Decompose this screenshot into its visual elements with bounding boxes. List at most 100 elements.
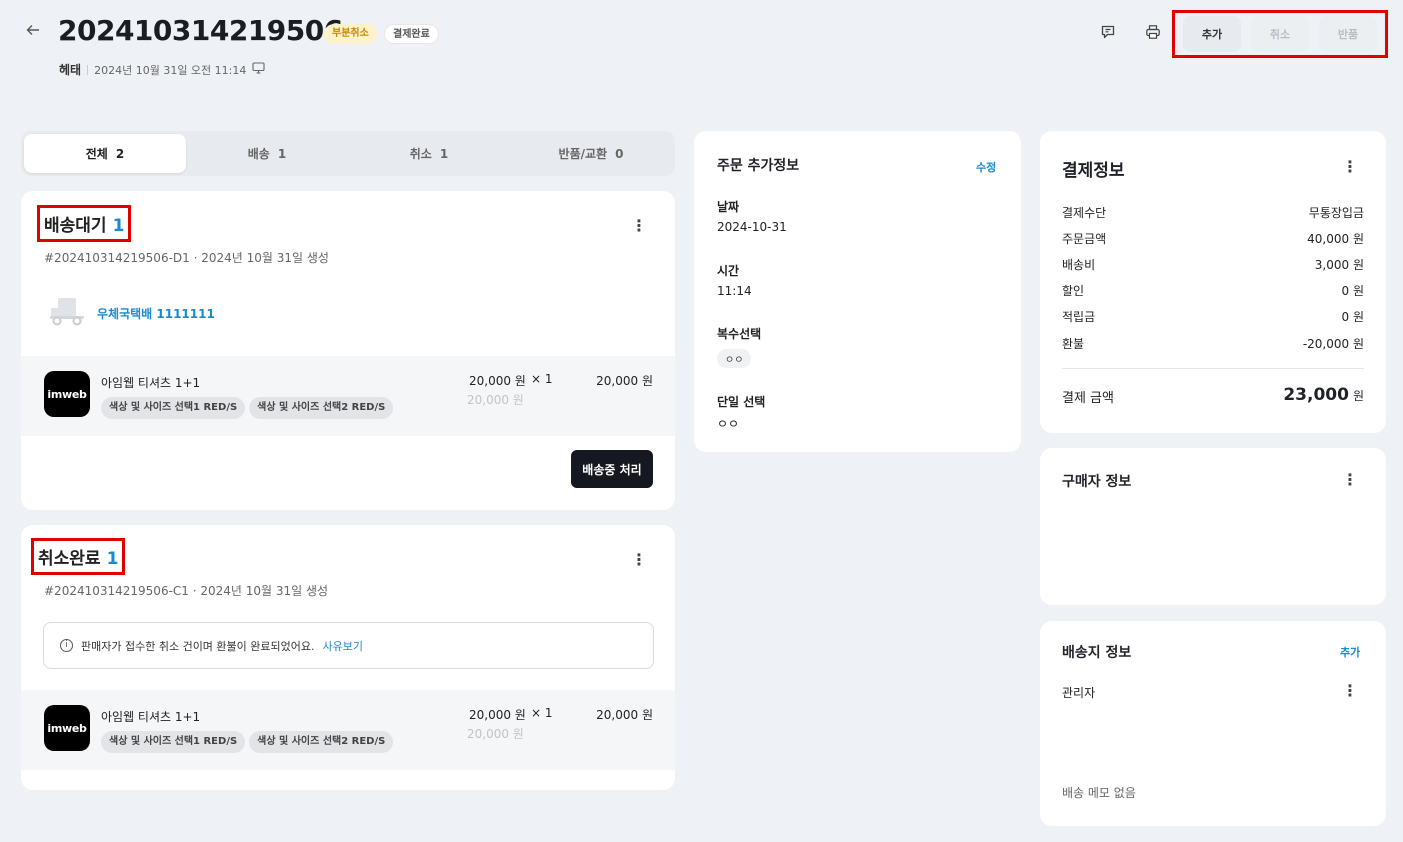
payment-row: 주문금액 40,000 원 xyxy=(1062,230,1364,247)
tab-return-exchange[interactable]: 반품/교환 0 xyxy=(510,134,672,173)
memo-icon[interactable] xyxy=(1100,24,1118,42)
field-label: 단일 선택 xyxy=(717,395,766,409)
status-badge-partial-cancel: 부분취소 xyxy=(324,24,377,44)
product-name: 아임웹 티셔츠 1+1 xyxy=(101,376,201,390)
add-address-button[interactable]: 추가 xyxy=(1340,644,1360,660)
order-subline: 헤태 2024년 10월 31일 오전 11:14 xyxy=(59,61,265,78)
imweb-logo: imweb xyxy=(44,371,90,417)
header-action-group: 추가 취소 반품 xyxy=(1172,10,1388,58)
payment-value: 무통장입금 xyxy=(1308,206,1364,220)
field-label: 날짜 xyxy=(717,200,740,214)
order-datetime: 2024년 10월 31일 오전 11:14 xyxy=(94,63,247,77)
payment-row: 적립금 0 원 xyxy=(1062,308,1364,325)
recipient-name: 관리자 xyxy=(1062,686,1096,700)
payment-value: 0 원 xyxy=(1341,310,1365,324)
option-chip: 색상 및 사이즈 선택2 RED/S xyxy=(249,731,394,753)
line-total: 20,000 원 xyxy=(596,708,653,722)
field-label: 복수선택 xyxy=(717,327,762,341)
notice-text: 판매자가 접수한 취소 건이며 환불이 완료되었어요. xyxy=(81,639,315,653)
payment-value: 0 원 xyxy=(1341,284,1365,298)
shipment-card: 배송대기 1 ⋮ #202410314219506-D1 · 2024년 10월 … xyxy=(21,191,675,510)
cancel-card: 취소완료 1 ⋮ #202410314219506-C1 · 2024년 10월 … xyxy=(21,525,675,790)
product-name: 아임웹 티셔츠 1+1 xyxy=(101,710,201,724)
payment-title: 결제정보 xyxy=(1062,161,1125,181)
payment-label: 할인 xyxy=(1062,284,1085,298)
field-label: 시간 xyxy=(717,264,740,278)
total-value: 23,000 xyxy=(1283,385,1349,405)
shipping-address-title: 배송지 정보 xyxy=(1062,645,1132,661)
cancel-count: 1 xyxy=(106,549,119,569)
field-value-chip: ㅇㅇ xyxy=(717,349,752,368)
more-options-icon[interactable]: ⋮ xyxy=(631,552,647,568)
buyer-card: 구매자 정보 ⋮ xyxy=(1040,448,1386,605)
status-badge-paid: 결제완료 xyxy=(384,24,439,44)
payment-value: -20,000 원 xyxy=(1302,337,1364,351)
field-value: 11:14 xyxy=(717,284,752,298)
shipment-count: 1 xyxy=(112,216,125,236)
field-value: 2024-10-31 xyxy=(717,220,787,234)
tab-all[interactable]: 전체 2 xyxy=(24,134,186,173)
tab-count: 2 xyxy=(115,146,125,161)
total-amount: 23,000 원 xyxy=(1283,385,1364,405)
payment-value: 40,000 원 xyxy=(1307,232,1364,246)
back-arrow-icon[interactable] xyxy=(26,22,46,42)
order-number: 202410314219506 xyxy=(58,14,343,47)
extra-info-title: 주문 추가정보 xyxy=(717,158,800,174)
cancel-notice: i 판매자가 접수한 취소 건이며 환불이 완료되었어요. 사유보기 xyxy=(43,622,654,669)
tab-count: 1 xyxy=(277,146,287,161)
payment-row: 환불 -20,000 원 xyxy=(1062,335,1364,352)
buyer-title: 구매자 정보 xyxy=(1062,474,1132,490)
truck-icon xyxy=(49,296,85,330)
divider xyxy=(87,64,89,75)
payment-label: 환불 xyxy=(1062,337,1085,351)
cancel-button[interactable]: 취소 xyxy=(1251,16,1309,52)
cancel-status-label: 취소완료 xyxy=(38,549,101,569)
shipping-address-card: 배송지 정보 추가 관리자 ⋮ 배송 메모 없음 xyxy=(1040,621,1386,826)
total-label: 결제 금액 xyxy=(1062,391,1114,406)
unit-price: 20,000 원 xyxy=(469,374,526,388)
cancel-title: 취소완료 1 xyxy=(31,538,126,575)
quantity: × 1 xyxy=(531,372,553,386)
more-options-icon[interactable]: ⋮ xyxy=(1342,683,1358,699)
option-list: 색상 및 사이즈 선택1 RED/S 색상 및 사이즈 선택2 RED/S xyxy=(101,731,394,753)
tab-shipping[interactable]: 배송 1 xyxy=(186,134,348,173)
mark-shipping-button[interactable]: 배송중 처리 xyxy=(571,450,653,488)
order-tabs: 전체 2 배송 1 취소 1 반품/교환 0 xyxy=(21,131,675,176)
shipment-status-label: 배송대기 xyxy=(44,216,107,236)
option-chip: 색상 및 사이즈 선택1 RED/S xyxy=(101,397,246,419)
payment-card: 결제정보 ⋮ 결제수단 무통장입금 주문금액 40,000 원 배송비 3,000 원… xyxy=(1040,131,1386,433)
tracking-row: 우체국택배 1111111 xyxy=(49,296,215,330)
payment-row: 할인 0 원 xyxy=(1062,282,1364,299)
payment-row: 배송비 3,000 원 xyxy=(1062,256,1364,273)
delivery-memo: 배송 메모 없음 xyxy=(1062,786,1136,800)
tab-label: 취소 xyxy=(409,147,432,161)
add-button[interactable]: 추가 xyxy=(1183,16,1241,52)
edit-button[interactable]: 수정 xyxy=(976,159,996,175)
reason-link[interactable]: 사유보기 xyxy=(323,638,363,654)
payment-value: 3,000 원 xyxy=(1314,258,1364,272)
quantity: × 1 xyxy=(531,706,553,720)
sales-channel: 헤태 xyxy=(59,63,82,77)
line-total: 20,000 원 xyxy=(596,374,653,388)
field-value: ㅇㅇ xyxy=(717,417,740,431)
tab-count: 0 xyxy=(615,146,624,161)
unit-price: 20,000 원 xyxy=(469,708,526,722)
payment-label: 배송비 xyxy=(1062,258,1096,272)
imweb-logo: imweb xyxy=(44,705,90,751)
payment-label: 적립금 xyxy=(1062,310,1096,324)
tab-cancel[interactable]: 취소 1 xyxy=(348,134,510,173)
monitor-icon xyxy=(252,62,265,77)
return-button[interactable]: 반품 xyxy=(1319,16,1377,52)
option-chip: 색상 및 사이즈 선택1 RED/S xyxy=(101,731,246,753)
tracking-link[interactable]: 우체국택배 1111111 xyxy=(97,305,215,322)
shipment-meta: #202410314219506-D1 · 2024년 10월 31일 생성 xyxy=(44,251,329,265)
print-icon[interactable] xyxy=(1145,24,1163,42)
payment-label: 결제수단 xyxy=(1062,206,1107,220)
more-options-icon[interactable]: ⋮ xyxy=(1342,159,1358,175)
more-options-icon[interactable]: ⋮ xyxy=(631,218,647,234)
tab-label: 전체 xyxy=(85,147,108,161)
payment-row: 결제수단 무통장입금 xyxy=(1062,204,1364,221)
tab-label: 배송 xyxy=(247,147,270,161)
divider xyxy=(1062,368,1364,369)
more-options-icon[interactable]: ⋮ xyxy=(1342,472,1358,488)
